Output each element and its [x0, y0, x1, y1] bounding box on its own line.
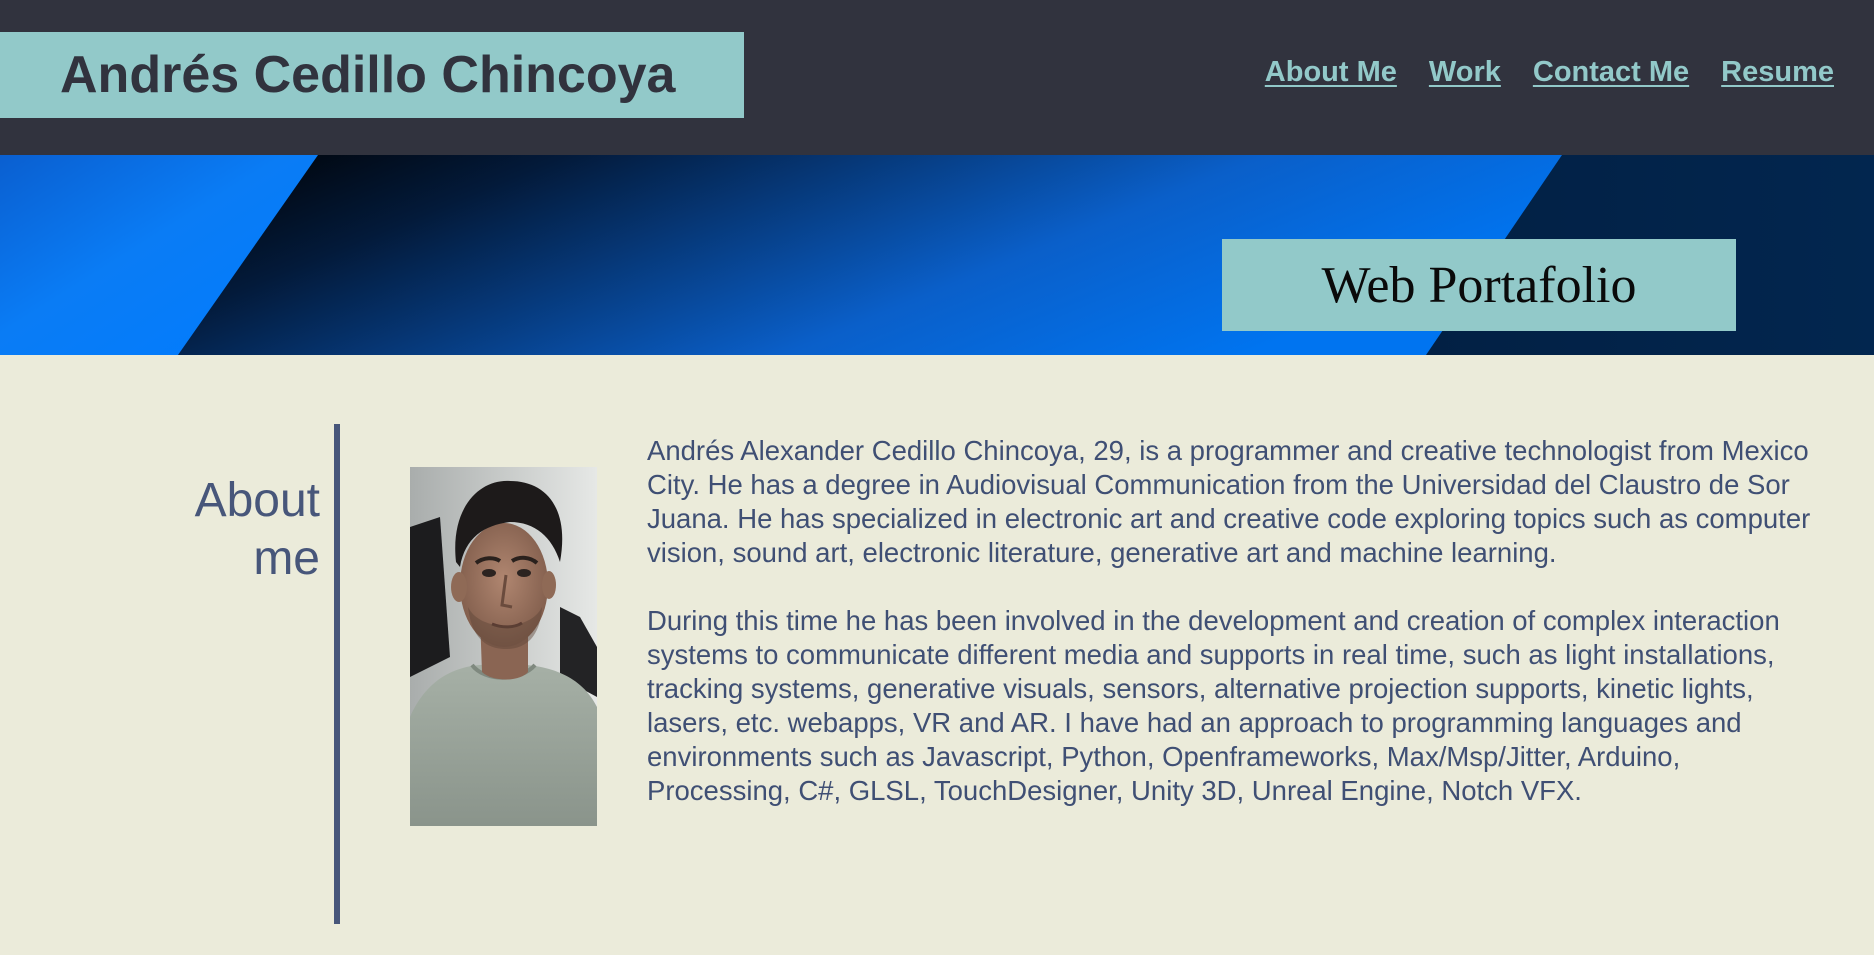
section-divider	[334, 424, 340, 924]
portfolio-badge: Web Portafolio	[1222, 239, 1736, 331]
hero-banner: Web Portafolio	[0, 155, 1874, 355]
nav-link-about-me[interactable]: About Me	[1265, 56, 1397, 89]
portfolio-title: Web Portafolio	[1321, 256, 1637, 314]
bio-paragraph-1: Andrés Alexander Cedillo Chincoya, 29, i…	[647, 435, 1811, 568]
nav-link-work[interactable]: Work	[1429, 56, 1501, 89]
bio-paragraph-2: During this time he has been involved in…	[647, 605, 1780, 806]
about-bio: Andrés Alexander Cedillo Chincoya, 29, i…	[647, 434, 1827, 842]
portrait-photo	[410, 467, 597, 826]
main-nav: About Me Work Contact Me Resume	[1265, 56, 1834, 89]
about-heading: About me	[150, 472, 320, 588]
nav-link-contact-me[interactable]: Contact Me	[1533, 56, 1689, 89]
portrait-illustration	[410, 467, 597, 826]
site-header: Andrés Cedillo Chincoya About Me Work Co…	[0, 0, 1874, 155]
about-heading-line2: me	[253, 532, 320, 585]
nav-link-resume[interactable]: Resume	[1721, 56, 1834, 89]
site-title: Andrés Cedillo Chincoya	[60, 46, 676, 104]
about-heading-line1: About	[194, 474, 320, 527]
brand-banner: Andrés Cedillo Chincoya	[0, 32, 744, 118]
